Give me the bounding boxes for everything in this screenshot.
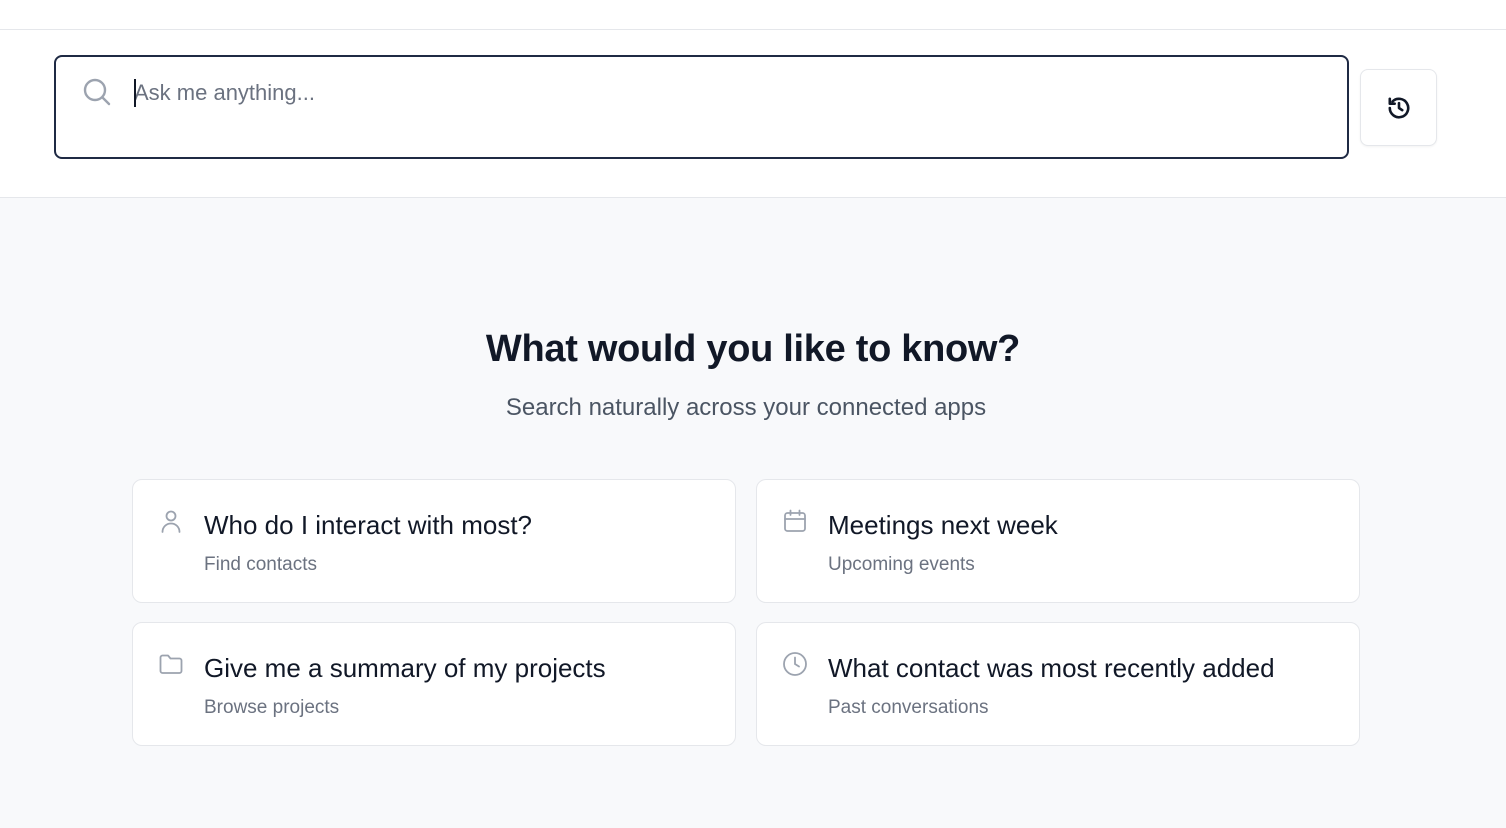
suggestion-subtitle: Find contacts: [204, 554, 317, 575]
history-button[interactable]: [1360, 69, 1437, 146]
search-region: [0, 30, 1506, 198]
calendar-icon: [784, 509, 806, 532]
suggestion-subtitle: Browse projects: [204, 697, 340, 718]
search-icon: [83, 78, 111, 106]
suggestion-title: What contact was most recently added: [828, 653, 1275, 683]
suggestion-title: Meetings next week: [828, 510, 1058, 540]
page-subtitle: Search naturally across your connected a…: [505, 394, 987, 421]
suggestion-title: Who do I interact with most?: [204, 510, 533, 540]
suggestion-title: Give me a summary of my projects: [204, 653, 606, 683]
search-input[interactable]: [132, 73, 1312, 113]
top-bar: [0, 0, 1506, 30]
clock-icon: [783, 652, 807, 676]
search-box[interactable]: [54, 55, 1349, 159]
text-caret: [134, 79, 136, 107]
suggestion-card-recent-contact[interactable]: What contact was most recently added Pas…: [756, 622, 1360, 746]
suggestion-card-contacts[interactable]: Who do I interact with most? Find contac…: [132, 479, 736, 603]
suggestion-subtitle: Upcoming events: [828, 554, 975, 575]
history-icon: [1387, 96, 1409, 119]
folder-icon: [159, 654, 183, 674]
suggestion-subtitle: Past conversations: [828, 697, 989, 718]
suggestion-card-projects[interactable]: Give me a summary of my projects Browse …: [132, 622, 736, 746]
person-icon: [161, 510, 181, 533]
suggestion-card-meetings[interactable]: Meetings next week Upcoming events: [756, 479, 1360, 603]
page-title: What would you like to know?: [485, 328, 1021, 370]
